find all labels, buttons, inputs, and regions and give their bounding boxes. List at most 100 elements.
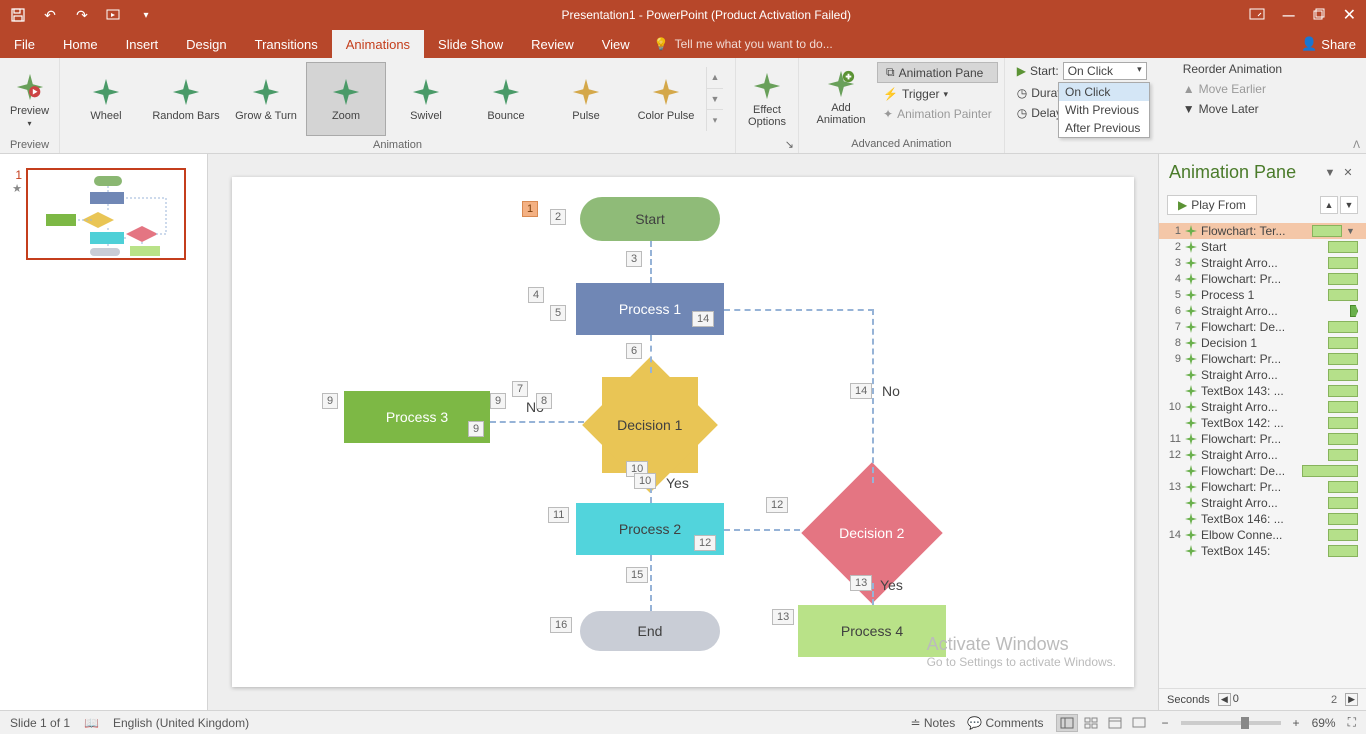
anim-list-item-9[interactable]: Straight Arro... (1159, 367, 1366, 383)
arrow-p2-end[interactable] (650, 555, 652, 611)
gallery-more-icon[interactable]: ▾ (707, 110, 723, 131)
zoom-level[interactable]: 69% (1312, 716, 1336, 730)
effect-options-button[interactable]: Effect Options (742, 62, 792, 136)
animation-effect-color-pulse[interactable]: Color Pulse (626, 62, 706, 136)
gallery-down-icon[interactable]: ▼ (707, 89, 723, 111)
arrow-elbow-h1[interactable] (724, 309, 874, 311)
move-down-icon[interactable]: ▼ (1340, 196, 1358, 214)
pane-close-icon[interactable]: ✕ (1340, 165, 1356, 181)
slide-thumbnail-1[interactable] (26, 168, 186, 260)
menu-animations[interactable]: Animations (332, 30, 424, 58)
minimize-icon[interactable]: — (1283, 8, 1295, 22)
arrow-d1-p3[interactable] (490, 421, 584, 423)
anim-list-item-16[interactable]: 13 Flowchart: Pr... (1159, 479, 1366, 495)
qat-more-icon[interactable]: ▾ (138, 7, 154, 23)
pane-dropdown-icon[interactable]: ▼ (1322, 165, 1338, 181)
tell-me[interactable]: 💡 Tell me what you want to do... (654, 37, 833, 51)
ribbon-options-icon[interactable] (1249, 8, 1265, 23)
menu-view[interactable]: View (588, 30, 644, 58)
anim-list-item-3[interactable]: 4 Flowchart: Pr... (1159, 271, 1366, 287)
save-icon[interactable] (10, 7, 26, 23)
trigger-button[interactable]: ⚡Trigger▾ (877, 85, 998, 103)
arrow-elbow-v1[interactable] (872, 309, 874, 483)
anim-list-item-13[interactable]: 11 Flowchart: Pr... (1159, 431, 1366, 447)
animation-effect-random-bars[interactable]: Random Bars (146, 62, 226, 136)
zoom-slider[interactable] (1181, 721, 1281, 725)
anim-list-item-2[interactable]: 3 Straight Arro... (1159, 255, 1366, 271)
chevron-down-icon[interactable]: ▼ (1346, 226, 1358, 236)
play-from-button[interactable]: ▶Play From (1167, 195, 1257, 215)
anim-list-item-0[interactable]: 1 Flowchart: Ter... ▼ (1159, 223, 1366, 239)
fit-to-window-icon[interactable]: ⛶ (1348, 715, 1356, 730)
anim-list-item-11[interactable]: 10 Straight Arro... (1159, 399, 1366, 415)
anim-list-item-6[interactable]: 7 Flowchart: De... (1159, 319, 1366, 335)
arrow-p1-d1[interactable] (650, 335, 652, 373)
undo-icon[interactable]: ↶ (42, 7, 58, 23)
anim-tag-8[interactable]: 8 (536, 393, 552, 409)
menu-slideshow[interactable]: Slide Show (424, 30, 517, 58)
start-option-withprev[interactable]: With Previous (1059, 101, 1149, 119)
animation-effect-bounce[interactable]: Bounce (466, 62, 546, 136)
view-normal-icon[interactable] (1056, 714, 1078, 732)
move-later-button[interactable]: ▼Move Later (1177, 100, 1265, 118)
shape-decision-2[interactable]: Decision 2 (822, 483, 922, 583)
gallery-up-icon[interactable]: ▲ (707, 67, 723, 89)
zoom-out-icon[interactable]: − (1162, 716, 1169, 730)
menu-design[interactable]: Design (172, 30, 240, 58)
anim-tag-15[interactable]: 15 (626, 567, 648, 583)
anim-tag-5[interactable]: 5 (550, 305, 566, 321)
animation-effect-grow-turn[interactable]: Grow & Turn (226, 62, 306, 136)
anim-tag-9a[interactable]: 9 (490, 393, 506, 409)
comments-button[interactable]: 💬 Comments (967, 716, 1043, 730)
animation-effect-swivel[interactable]: Swivel (386, 62, 466, 136)
close-icon[interactable]: ✕ (1343, 5, 1356, 25)
arrow-d2-p4[interactable] (872, 583, 874, 605)
preview-button[interactable]: Preview ▾ (6, 62, 53, 136)
add-animation-button[interactable]: Add Animation (805, 60, 877, 134)
anim-tag-9c[interactable]: 9 (468, 421, 484, 437)
shape-decision-1[interactable]: Decision 1 (602, 377, 698, 473)
anim-list-item-15[interactable]: Flowchart: De... (1159, 463, 1366, 479)
view-slideshow-icon[interactable] (1128, 714, 1150, 732)
zoom-left-icon[interactable]: ◀ (1218, 693, 1231, 706)
shape-process-4[interactable]: Process 4 (798, 605, 946, 657)
anim-list-item-17[interactable]: Straight Arro... (1159, 495, 1366, 511)
shape-end[interactable]: End (580, 611, 720, 651)
spellcheck-icon[interactable]: 📖 (84, 716, 99, 730)
start-dropdown[interactable]: On Click▾ (1063, 62, 1147, 80)
anim-tag-13b[interactable]: 13 (772, 609, 794, 625)
anim-list-item-12[interactable]: TextBox 142: ... (1159, 415, 1366, 431)
view-sorter-icon[interactable] (1080, 714, 1102, 732)
anim-tag-1[interactable]: 1 (522, 201, 538, 217)
view-reading-icon[interactable] (1104, 714, 1126, 732)
anim-list-item-14[interactable]: 12 Straight Arro... (1159, 447, 1366, 463)
notes-button[interactable]: ≐ Notes (910, 716, 955, 730)
animation-effect-wheel[interactable]: Wheel (66, 62, 146, 136)
zoom-right-icon[interactable]: ▶ (1345, 693, 1358, 706)
zoom-in-icon[interactable]: + (1293, 716, 1300, 730)
anim-tag-6[interactable]: 6 (626, 343, 642, 359)
anim-tag-14a[interactable]: 14 (692, 311, 714, 327)
anim-tag-9b[interactable]: 9 (322, 393, 338, 409)
share-button[interactable]: 👤 Share (1301, 36, 1356, 52)
anim-list-item-5[interactable]: 6 Straight Arro... (1159, 303, 1366, 319)
anim-tag-11[interactable]: 11 (548, 507, 569, 523)
animation-effect-pulse[interactable]: Pulse (546, 62, 626, 136)
anim-tag-14b[interactable]: 14 (850, 383, 872, 399)
menu-insert[interactable]: Insert (112, 30, 173, 58)
anim-tag-12a[interactable]: 12 (694, 535, 716, 551)
arrow-p2-d2[interactable] (724, 529, 800, 531)
anim-tag-10b[interactable]: 10 (634, 473, 656, 489)
start-option-onclick[interactable]: On Click (1059, 83, 1149, 101)
anim-list-item-10[interactable]: TextBox 143: ... (1159, 383, 1366, 399)
menu-file[interactable]: File (0, 30, 49, 58)
anim-tag-13a[interactable]: 13 (850, 575, 872, 591)
anim-tag-12b[interactable]: 12 (766, 497, 788, 513)
menu-transitions[interactable]: Transitions (241, 30, 332, 58)
move-up-icon[interactable]: ▲ (1320, 196, 1338, 214)
start-option-afterprev[interactable]: After Previous (1059, 119, 1149, 137)
collapse-ribbon-icon[interactable]: ᐱ (1353, 140, 1360, 151)
anim-list-item-19[interactable]: 14 Elbow Conne... (1159, 527, 1366, 543)
animation-pane-toggle[interactable]: ⧉ Animation Pane (877, 62, 998, 83)
anim-list-item-7[interactable]: 8 Decision 1 (1159, 335, 1366, 351)
